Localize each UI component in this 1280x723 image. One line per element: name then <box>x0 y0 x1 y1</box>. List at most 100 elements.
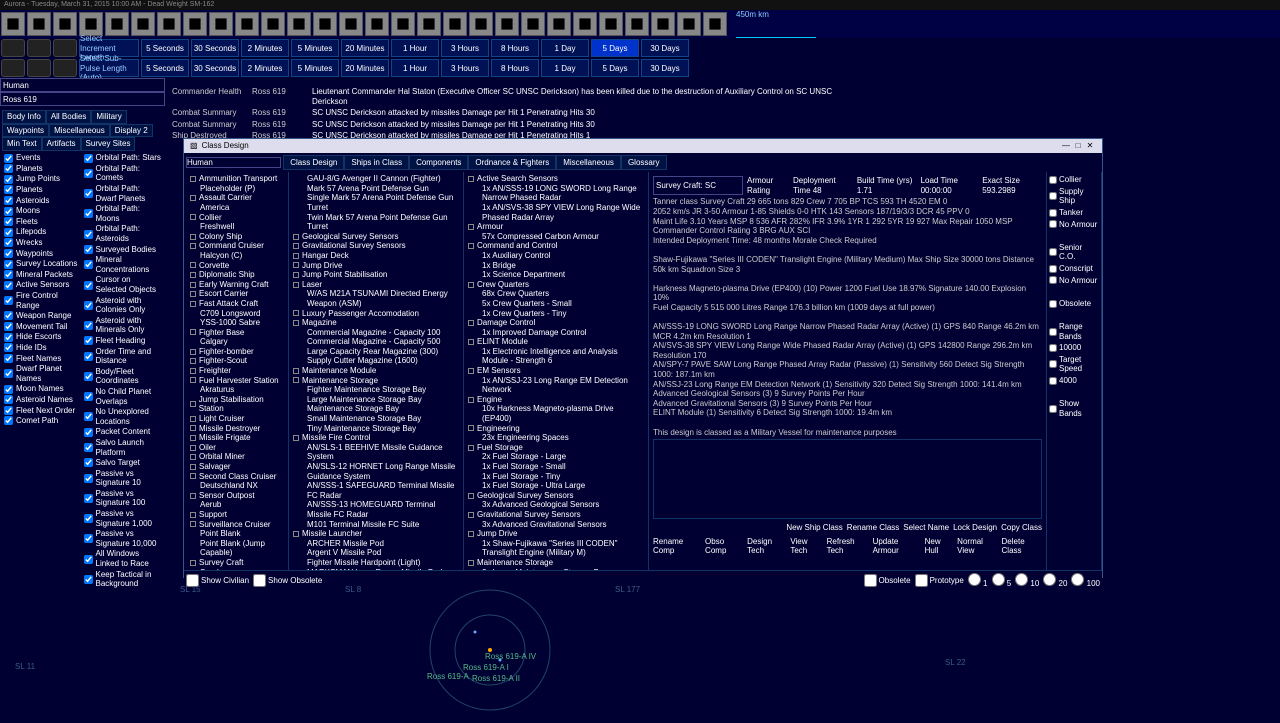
toolbar-btn-11[interactable] <box>287 12 311 36</box>
event-row[interactable]: Combat SummaryRoss 619SC UNSC Derickson … <box>170 107 870 119</box>
tree-item[interactable]: Halcyon (C) <box>186 251 286 261</box>
toolbar-btn-25[interactable] <box>651 12 675 36</box>
toolbar-btn-15[interactable] <box>391 12 415 36</box>
orb-icon[interactable] <box>27 59 51 77</box>
installed-item[interactable]: EM Sensors <box>466 366 646 376</box>
component-item[interactable]: W/AS M21A TSUNAMI Directed Energy Weapon… <box>291 289 461 308</box>
tree-item[interactable]: Aerub <box>186 500 286 510</box>
installed-item[interactable]: 3x Advanced Gravitational Sensors <box>466 520 646 530</box>
display-toggle[interactable]: Salvo Launch Platform <box>84 437 164 457</box>
event-row[interactable]: Combat SummaryRoss 619SC UNSC Derickson … <box>170 119 870 131</box>
component-item[interactable]: Maintenance Storage Bay <box>291 404 461 414</box>
toolbar-btn-16[interactable] <box>417 12 441 36</box>
cw-tab[interactable]: Ordnance & Fighters <box>468 155 556 171</box>
tree-item[interactable]: Calgary <box>186 337 286 347</box>
flag-toggle[interactable]: Senior C.O. <box>1049 242 1099 263</box>
component-item[interactable]: Single Mark 57 Arena Point Defense Gun T… <box>291 193 461 212</box>
installed-item[interactable]: 23x Engineering Spaces <box>466 433 646 443</box>
tree-item[interactable]: Fuel Harvester Station <box>186 376 286 386</box>
action-button[interactable]: New Ship Class <box>786 523 842 533</box>
display-toggle[interactable]: Asteroids <box>4 195 84 206</box>
component-item[interactable]: Commercial Magazine - Capacity 100 <box>291 328 461 338</box>
component-item[interactable]: Small Maintenance Storage Bay <box>291 414 461 424</box>
tree-item[interactable]: Freshwell <box>186 222 286 232</box>
installed-item[interactable]: Engine <box>466 395 646 405</box>
tree-item[interactable]: Escort Carrier <box>186 289 286 299</box>
display-toggle[interactable]: Events <box>4 153 84 164</box>
toolbar-btn-21[interactable] <box>547 12 571 36</box>
time-step-btn[interactable]: 5 Seconds <box>141 39 189 57</box>
toolbar-btn-19[interactable] <box>495 12 519 36</box>
installed-item[interactable]: Fuel Storage <box>466 443 646 453</box>
time-step-btn[interactable]: 30 Days <box>641 59 689 77</box>
display-toggle[interactable]: Orbital Path: Moons <box>84 204 164 224</box>
installed-item[interactable]: Engineering <box>466 424 646 434</box>
installed-item[interactable]: Command and Control <box>466 241 646 251</box>
installed-item[interactable]: 68x Crew Quarters <box>466 289 646 299</box>
installed-item[interactable]: 10x Harkness Magneto-plasma Drive (EP400… <box>466 404 646 423</box>
display-toggle[interactable]: No Child Planet Overlaps <box>84 386 164 406</box>
maximize-icon[interactable]: □ <box>1072 141 1084 151</box>
flag-toggle[interactable] <box>1049 230 1099 242</box>
installed-item[interactable]: 1x Bridge <box>466 261 646 271</box>
toolbar-btn-2[interactable] <box>53 12 77 36</box>
display-toggle[interactable]: Active Sensors <box>4 280 84 291</box>
cw-tab[interactable]: Class Design <box>283 155 344 171</box>
time-step-btn[interactable]: 1 Hour <box>391 59 439 77</box>
time-step-btn[interactable]: 1 Day <box>541 59 589 77</box>
toolbar-btn-23[interactable] <box>599 12 623 36</box>
installed-item[interactable]: Damage Control <box>466 318 646 328</box>
installed-item[interactable]: 1x AN/SSS-19 LONG SWORD Long Range Narro… <box>466 184 646 203</box>
left-tab[interactable]: Artifacts <box>42 137 81 151</box>
installed-item[interactable]: Crew Quarters <box>466 280 646 290</box>
toolbar-btn-8[interactable] <box>209 12 233 36</box>
installed-item[interactable]: 1x Crew Quarters - Tiny <box>466 309 646 319</box>
component-item[interactable]: AN/SLS-12 HORNET Long Range Missile Guid… <box>291 462 461 481</box>
tree-item[interactable]: Support <box>186 510 286 520</box>
cw-tab[interactable]: Miscellaneous <box>556 155 621 171</box>
orb-icon[interactable] <box>53 39 77 57</box>
display-toggle[interactable]: Survey Locations <box>4 259 84 270</box>
display-toggle[interactable]: Passive vs Signature 10 <box>84 468 164 488</box>
flag-toggle[interactable]: 4000 <box>1049 375 1099 387</box>
component-item[interactable]: Missile Launcher <box>291 529 461 539</box>
left-tab[interactable]: Display 2 <box>110 124 153 138</box>
display-toggle[interactable]: Orbital Path: Asteroids <box>84 224 164 244</box>
orb-icon[interactable] <box>27 39 51 57</box>
flag-toggle[interactable]: No Armour <box>1049 275 1099 287</box>
event-row[interactable]: Commander HealthRoss 619Lieutenant Comma… <box>170 86 870 107</box>
minimize-icon[interactable]: — <box>1060 141 1072 151</box>
orb-icon[interactable] <box>1 59 25 77</box>
installed-item[interactable]: 2x Fuel Storage - Large <box>466 452 646 462</box>
tree-item[interactable]: Assault Carrier <box>186 193 286 203</box>
display-toggle[interactable]: Orbital Path: Comets <box>84 163 164 183</box>
action-button[interactable]: Refresh Tech <box>827 537 869 556</box>
action-button[interactable]: Update Armour <box>873 537 921 556</box>
flag-toggle[interactable] <box>1049 286 1099 298</box>
toolbar-btn-17[interactable] <box>443 12 467 36</box>
component-item[interactable]: Maintenance Module <box>291 366 461 376</box>
display-toggle[interactable]: Asteroid with Minerals Only <box>84 315 164 335</box>
display-toggle[interactable]: Planets <box>4 163 84 174</box>
action-button[interactable]: Delete Class <box>1002 537 1042 556</box>
display-toggle[interactable]: Surveyed Bodies <box>84 244 164 255</box>
tree-item[interactable]: Corvette <box>186 261 286 271</box>
display-toggle[interactable]: Asteroid with Colonies Only <box>84 295 164 315</box>
component-item[interactable]: MARKSMAN Long Range Missile Pod <box>291 568 461 571</box>
display-toggle[interactable]: All Windows Linked to Race <box>84 549 164 569</box>
toolbar-btn-4[interactable] <box>105 12 129 36</box>
class-search[interactable] <box>186 157 281 169</box>
flag-toggle[interactable]: Collier <box>1049 174 1099 186</box>
cw-tab[interactable]: Glossary <box>621 155 667 171</box>
tree-item[interactable]: Deutschland NX <box>186 481 286 491</box>
component-item[interactable]: Tiny Maintenance Storage Bay <box>291 424 461 434</box>
display-toggle[interactable]: Fleets <box>4 216 84 227</box>
display-toggle[interactable]: Moon Names <box>4 384 84 395</box>
installed-item[interactable]: Gravitational Survey Sensors <box>466 510 646 520</box>
component-item[interactable]: Gravitational Survey Sensors <box>291 241 461 251</box>
action-button[interactable]: New Hull <box>925 537 954 556</box>
toolbar-btn-9[interactable] <box>235 12 259 36</box>
flag-toggle[interactable]: Range Bands <box>1049 321 1099 342</box>
tree-item[interactable]: America <box>186 203 286 213</box>
tree-item[interactable]: C709 Longsword <box>186 309 286 319</box>
